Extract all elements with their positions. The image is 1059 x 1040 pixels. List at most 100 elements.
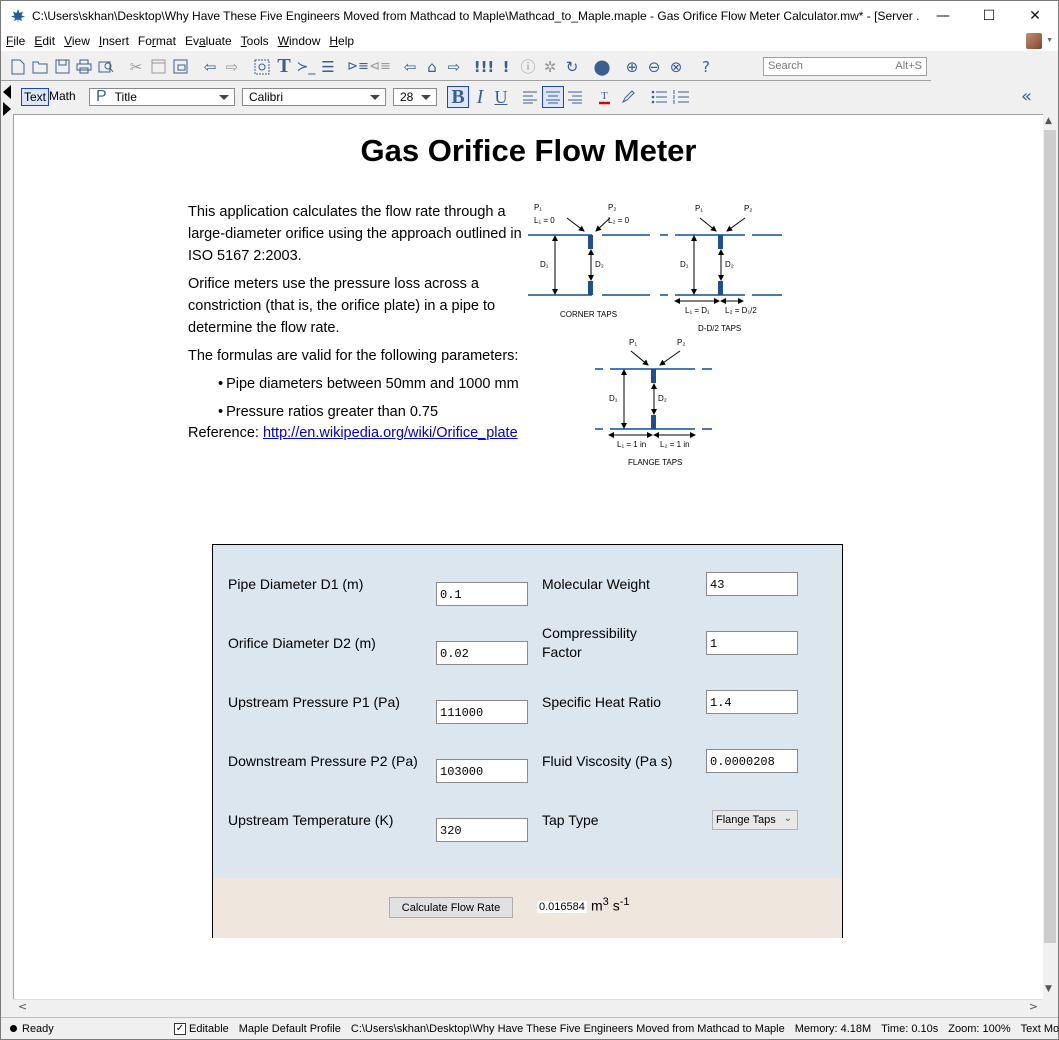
close-button[interactable]: ✕ [1012, 1, 1058, 31]
menu-view[interactable]: View [63, 34, 91, 48]
debug-bug-icon[interactable]: ✲ [539, 56, 561, 78]
menu-file[interactable]: File [5, 34, 26, 48]
tap-type-select[interactable]: Flange Taps ⌄ [712, 810, 798, 830]
new-document-icon[interactable] [7, 56, 29, 78]
menu-format[interactable]: Format [137, 34, 177, 48]
numbered-list-icon[interactable] [670, 86, 692, 108]
copy-icon[interactable] [147, 56, 169, 78]
pipe-diameter-input[interactable]: 0.1 [436, 582, 528, 606]
fluid-viscosity-input[interactable]: 0.0000208 [706, 749, 798, 773]
calculate-flow-rate-button[interactable]: Calculate Flow Rate [389, 897, 513, 918]
redo-icon[interactable]: ⇨ [221, 56, 243, 78]
cut-icon[interactable]: ✂ [125, 56, 147, 78]
align-left-button[interactable] [519, 86, 541, 108]
insert-math-icon[interactable] [251, 56, 273, 78]
bold-button[interactable]: B [447, 86, 469, 108]
checkbox-checked-icon[interactable]: ✓ [174, 1022, 186, 1035]
vertical-scrollbar[interactable]: ▲ ▼ [1043, 114, 1057, 999]
menu-evaluate[interactable]: Evaluate [184, 34, 233, 48]
unit-s-exponent: -1 [619, 896, 630, 908]
menu-edit[interactable]: Edit [33, 34, 56, 48]
collapse-palette-icon[interactable]: « [1021, 86, 1032, 107]
scroll-right-icon[interactable]: > [1029, 1000, 1038, 1013]
section-icon[interactable]: ☰ [317, 56, 339, 78]
l2-label: L₂ = 1 in [660, 440, 690, 449]
d2-label: D₂ [658, 394, 667, 403]
downstream-pressure-label: Downstream Pressure P2 (Pa) [228, 753, 418, 769]
d1-label: D₁ [609, 394, 618, 403]
menu-tools[interactable]: Tools [240, 34, 270, 48]
specific-heat-ratio-input[interactable]: 1.4 [706, 690, 798, 714]
plot-icon[interactable]: ⬤ [591, 56, 613, 78]
highlight-pen-icon[interactable] [617, 86, 639, 108]
execute-all-icon[interactable]: !!! [473, 56, 495, 78]
orifice-diameter-input[interactable]: 0.02 [436, 641, 528, 665]
document-area[interactable]: Gas Orifice Flow Meter This application … [13, 114, 1043, 999]
outdent-icon[interactable]: ⊲≡ [369, 56, 391, 78]
font-value: Calibri [249, 90, 284, 104]
title-bar: C:\Users\skhan\Desktop\Why Have These Fi… [1, 1, 1058, 31]
user-avatar[interactable] [1026, 33, 1042, 49]
insert-text-icon[interactable]: T [273, 55, 295, 78]
editable-toggle[interactable]: ✓ Editable [174, 1022, 229, 1035]
dd2-taps-diagram: D₁ D₂ P₁ P₂ L₁ = D₁ L₂ = D₁/2 D-D/2 TAPS [660, 204, 782, 333]
align-center-button[interactable] [542, 86, 564, 108]
font-select[interactable]: Calibri [242, 88, 386, 106]
scroll-up-icon[interactable]: ▲ [1045, 116, 1052, 126]
minimize-button[interactable]: — [920, 1, 966, 31]
print-preview-icon[interactable] [95, 56, 117, 78]
upstream-temperature-input[interactable]: 320 [436, 818, 528, 842]
search-input[interactable]: Search Alt+S [763, 57, 927, 76]
zoom-in-icon[interactable]: ⊕ [621, 56, 643, 78]
reference-link[interactable]: http://en.wikipedia.org/wiki/Orifice_pla… [263, 425, 518, 441]
execute-icon[interactable]: ! [495, 56, 517, 78]
downstream-pressure-input[interactable]: 103000 [436, 759, 528, 783]
undo-icon[interactable]: ⇦ [199, 56, 221, 78]
mode-label: Text Mode [1020, 1022, 1059, 1035]
font-size-select[interactable]: 28 [393, 88, 437, 106]
scroll-down-icon[interactable]: ▼ [1045, 984, 1052, 994]
bullet-list-icon[interactable] [648, 86, 670, 108]
help-icon[interactable]: ? [695, 56, 717, 78]
expand-right-arrow-icon[interactable] [3, 102, 11, 116]
style-select[interactable]: P Title [89, 88, 235, 106]
indent-icon[interactable]: ⊳≡ [347, 56, 369, 78]
execution-group-icon[interactable]: ≻_ [295, 56, 317, 78]
chevron-down-icon [370, 95, 380, 100]
back-icon[interactable]: ⇦ [399, 56, 421, 78]
status-state: Ready [22, 1022, 54, 1035]
math-mode-button[interactable]: Math [49, 89, 76, 103]
save-icon[interactable] [51, 56, 73, 78]
scroll-left-icon[interactable]: < [18, 1000, 27, 1013]
paste-icon[interactable] [169, 56, 191, 78]
molecular-weight-input[interactable]: 43 [706, 572, 798, 596]
home-icon[interactable]: ⌂ [421, 56, 443, 78]
align-right-button[interactable] [564, 86, 586, 108]
restart-icon[interactable]: ↻ [561, 56, 583, 78]
italic-button[interactable]: I [469, 86, 491, 108]
underline-button[interactable]: U [490, 86, 512, 108]
text-mode-button[interactable]: Text [21, 88, 50, 106]
interrupt-icon[interactable]: ⓘ [517, 56, 539, 78]
open-folder-icon[interactable] [29, 56, 51, 78]
d2-label: D₂ [595, 260, 604, 269]
scrollbar-thumb[interactable] [1044, 130, 1056, 943]
horizontal-scrollbar[interactable]: < > [13, 999, 1043, 1015]
collapse-left-arrow-icon[interactable] [3, 85, 11, 99]
zoom-out-icon[interactable]: ⊖ [643, 56, 665, 78]
user-menu-arrow-icon[interactable]: ▼ [1046, 37, 1053, 44]
text-color-icon[interactable]: T [595, 86, 617, 108]
zoom-fit-icon[interactable]: ⊗ [665, 56, 687, 78]
l1-label: L₁ = D₁ [685, 306, 710, 315]
maximize-button[interactable]: ☐ [966, 1, 1012, 31]
print-icon[interactable] [73, 56, 95, 78]
forward-icon[interactable]: ⇨ [443, 56, 465, 78]
l1-label: L₁ = 1 in [617, 440, 646, 449]
compressibility-factor-input[interactable]: 1 [706, 631, 798, 655]
menu-insert[interactable]: Insert [98, 34, 130, 48]
menu-help[interactable]: Help [328, 34, 355, 48]
upstream-pressure-input[interactable]: 111000 [436, 700, 528, 724]
menu-window[interactable]: Window [277, 34, 322, 48]
status-bar: Ready ✓ Editable Maple Default Profile C:… [1, 1017, 1059, 1039]
intro-paragraph: The formulas are valid for the following… [188, 348, 519, 364]
